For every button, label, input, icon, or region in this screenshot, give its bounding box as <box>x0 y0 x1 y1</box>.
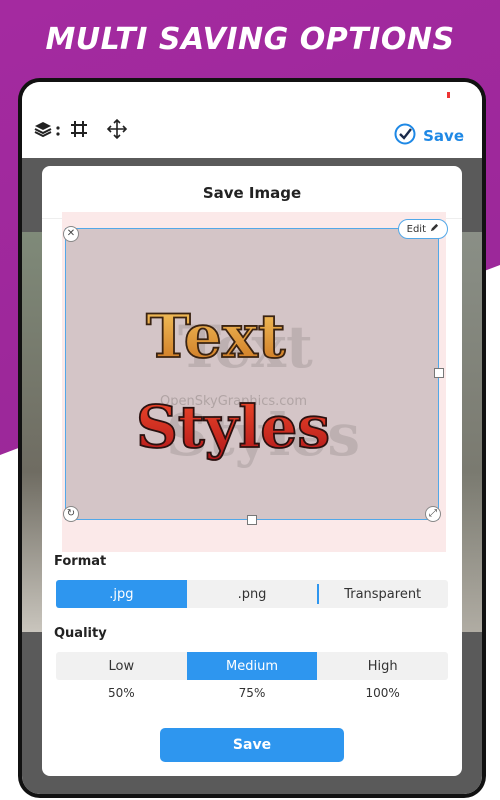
quality-option-high[interactable]: High <box>317 652 448 680</box>
edit-label: Edit <box>406 223 426 235</box>
scale-handle-icon[interactable]: ⤢ <box>425 506 441 522</box>
segment-divider <box>317 584 320 604</box>
toolbar-save-label: Save <box>423 127 464 145</box>
text-styles-artwork: Text Styles OpenSkyGraphics.com Text Sty… <box>135 301 360 469</box>
edit-button[interactable]: Edit <box>397 219 448 239</box>
resize-handle-bottom[interactable] <box>247 515 257 525</box>
check-circle-icon <box>393 122 417 150</box>
format-selector: .jpg .png Transparent <box>56 580 448 608</box>
save-image-dialog: Save Image Text Styles OpenSkyGraphics.c… <box>42 166 462 776</box>
format-option-transparent-label: Transparent <box>344 586 422 602</box>
phone-frame: Save Save Image Text Styles OpenSkyGraph… <box>18 78 486 798</box>
status-indicator <box>447 92 450 98</box>
quality-label: Quality <box>54 626 107 641</box>
quality-percent-medium: 75% <box>238 686 266 700</box>
format-option-jpg[interactable]: .jpg <box>56 580 187 608</box>
more-vert-icon[interactable] <box>54 118 62 140</box>
move-icon[interactable] <box>106 118 128 140</box>
app-screen: Save Save Image Text Styles OpenSkyGraph… <box>22 82 482 794</box>
toolbar-save-button[interactable]: Save <box>393 122 464 150</box>
format-option-transparent[interactable]: Transparent <box>317 580 448 608</box>
quality-selector: Low Medium High <box>56 652 448 680</box>
grid-icon[interactable] <box>68 118 90 140</box>
quality-percent-row: 50% 75% 100% <box>56 686 448 700</box>
format-label: Format <box>54 554 107 569</box>
layers-icon[interactable] <box>32 118 54 140</box>
quality-percent-low: 50% <box>108 686 135 700</box>
format-option-png[interactable]: .png <box>187 580 318 608</box>
artwork-line-text: Text <box>146 302 286 372</box>
preview-canvas[interactable]: Text Styles OpenSkyGraphics.com Text Sty… <box>63 219 448 525</box>
quality-option-low[interactable]: Low <box>56 652 187 680</box>
pencil-icon <box>430 223 439 235</box>
quality-percent-high: 100% <box>365 686 400 700</box>
quality-option-medium[interactable]: Medium <box>186 652 318 680</box>
image-preview: Text Styles OpenSkyGraphics.com Text Sty… <box>62 212 448 552</box>
background-photo-left <box>22 232 44 632</box>
delete-handle-icon[interactable]: ✕ <box>63 226 79 242</box>
artwork-line-styles: Styles <box>136 393 330 461</box>
resize-handle-right[interactable] <box>434 368 444 378</box>
rotate-handle-icon[interactable]: ↻ <box>63 506 79 522</box>
save-button[interactable]: Save <box>160 728 344 762</box>
promo-headline: MULTI SAVING OPTIONS <box>45 22 455 57</box>
dialog-title: Save Image <box>202 184 302 202</box>
app-toolbar: Save <box>22 82 482 158</box>
